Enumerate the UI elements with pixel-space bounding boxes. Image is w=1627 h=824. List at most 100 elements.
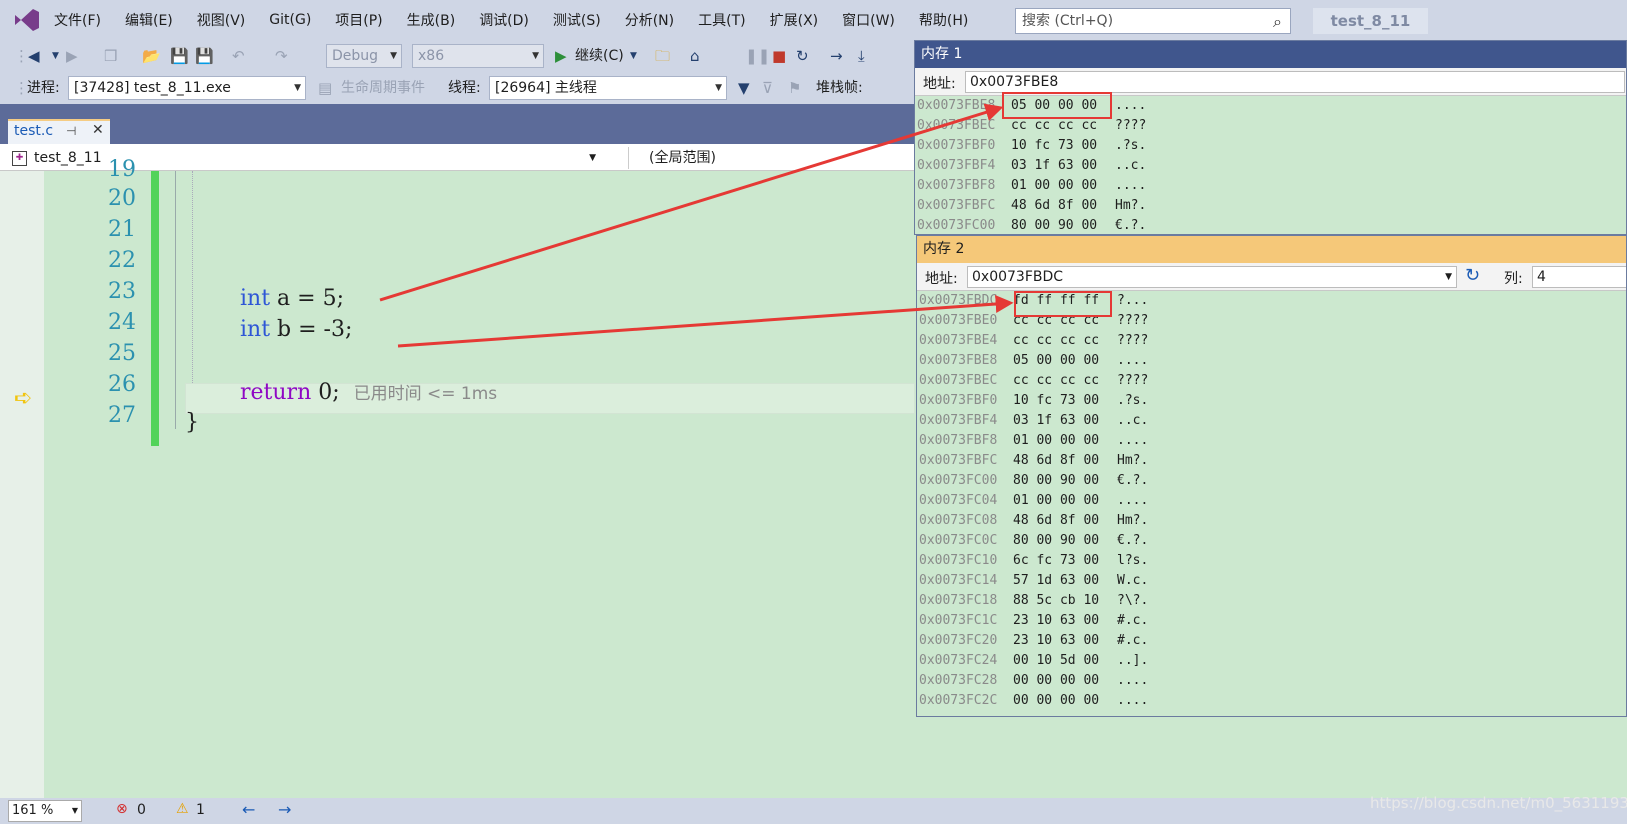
visual-studio-logo-icon[interactable] bbox=[13, 7, 41, 33]
menu-item[interactable]: 项目(P) bbox=[335, 10, 382, 30]
code-line-27[interactable]: } bbox=[185, 410, 199, 435]
navigate-forward-icon[interactable]: ▶ bbox=[66, 40, 78, 72]
previous-issue-icon[interactable]: ← bbox=[242, 800, 255, 819]
zoom-select[interactable]: 161 % ▼ bbox=[8, 800, 82, 822]
close-icon[interactable]: ✕ bbox=[92, 122, 104, 138]
undo-icon[interactable]: ↶ bbox=[232, 40, 245, 72]
memory-row[interactable]: 0x0073FBE8 05 00 00 00.... bbox=[917, 351, 1626, 371]
columns-input[interactable]: 4 bbox=[1532, 266, 1626, 288]
memory-row[interactable]: 0x0073FBEC cc cc cc cc???? bbox=[915, 116, 1626, 136]
memory-bytes: 48 6d 8f 00 bbox=[1013, 513, 1100, 528]
search-icon[interactable]: ⌕ bbox=[1273, 10, 1282, 34]
restart-icon[interactable]: ↻ bbox=[796, 40, 809, 72]
memory-row[interactable]: 0x0073FC14 57 1d 63 00 W.c. bbox=[917, 571, 1626, 591]
memory-row[interactable]: 0x0073FBF4 03 1f 63 00 ..c. bbox=[917, 411, 1626, 431]
show-next-statement-icon[interactable]: → bbox=[830, 40, 843, 72]
filter-clear-icon[interactable]: ⊽ bbox=[762, 72, 773, 104]
platform-select[interactable]: x86 ▼ bbox=[412, 44, 544, 68]
memory-row[interactable]: 0x0073FBF0 10 fc 73 00 .?s. bbox=[917, 391, 1626, 411]
memory-row[interactable]: 0x0073FC18 88 5c cb 10 ?\?. bbox=[917, 591, 1626, 611]
memory-row[interactable]: 0x0073FBF0 10 fc 73 00 .?s. bbox=[915, 136, 1626, 156]
change-tracking-bar bbox=[151, 171, 159, 446]
warning-icon[interactable]: ⚠ bbox=[176, 801, 189, 817]
memory-bytes: 05 00 00 00 bbox=[1013, 353, 1100, 368]
memory-2-title[interactable]: 内存 2 bbox=[917, 236, 1626, 263]
error-icon[interactable]: ⊗ bbox=[116, 801, 128, 817]
step-into-icon[interactable]: ⤓ bbox=[858, 40, 865, 72]
memory-row[interactable]: 0x0073FC00 80 00 90 00 €.?. bbox=[915, 216, 1626, 234]
memory-row[interactable]: 0x0073FC04 01 00 00 00.... bbox=[917, 491, 1626, 511]
memory-row[interactable]: 0x0073FC2C 00 00 00 00.... bbox=[917, 691, 1626, 711]
global-scope-select[interactable]: (全局范围) bbox=[628, 147, 916, 169]
stop-icon[interactable]: ■ bbox=[772, 40, 786, 72]
memory-row[interactable]: 0x0073FBFC 48 6d 8f 00 Hm?. bbox=[915, 196, 1626, 216]
memory-row[interactable]: 0x0073FBEC cc cc cc cc???? bbox=[917, 371, 1626, 391]
memory-address: 0x0073FBE8 bbox=[919, 353, 998, 368]
memory-row[interactable]: 0x0073FBE4 cc cc cc cc???? bbox=[917, 331, 1626, 351]
warning-count[interactable]: 1 bbox=[196, 802, 205, 818]
folder-search-icon[interactable]: 🗀 bbox=[655, 40, 670, 72]
memory-row[interactable]: 0x0073FBF8 01 00 00 00.... bbox=[915, 176, 1626, 196]
menu-item[interactable]: 测试(S) bbox=[553, 10, 601, 30]
line-number: 24 bbox=[108, 310, 136, 335]
filter-icon[interactable]: ▼ bbox=[738, 72, 750, 104]
lifecycle-events-button[interactable]: 生命周期事件 bbox=[341, 72, 425, 104]
memory-row[interactable]: 0x0073FBF4 03 1f 63 00 ..c. bbox=[915, 156, 1626, 176]
thread-select[interactable]: [26964] 主线程 ▼ bbox=[489, 76, 727, 100]
memory-row[interactable]: 0x0073FC1C 23 10 63 00 #.c. bbox=[917, 611, 1626, 631]
pin-icon[interactable]: ⊣ bbox=[66, 124, 76, 138]
line-number: 27 bbox=[108, 403, 136, 428]
save-all-icon[interactable]: 💾 bbox=[195, 40, 214, 72]
menu-item[interactable]: 文件(F) bbox=[54, 10, 101, 30]
menu-item[interactable]: Git(G) bbox=[269, 12, 311, 28]
continue-button[interactable]: 继续(C) bbox=[575, 40, 624, 72]
memory-row[interactable]: 0x0073FC0C 80 00 90 00 €.?. bbox=[917, 531, 1626, 551]
memory-2-address-input[interactable]: 0x0073FBDC ▼ bbox=[967, 266, 1457, 288]
menu-item[interactable]: 生成(B) bbox=[407, 10, 456, 30]
menu-item[interactable]: 分析(N) bbox=[625, 10, 674, 30]
menu-item[interactable]: 视图(V) bbox=[197, 10, 246, 30]
continue-play-icon[interactable]: ▶ bbox=[555, 40, 567, 72]
new-project-icon[interactable]: ❒ bbox=[104, 40, 117, 72]
breakpoint-gutter[interactable] bbox=[0, 171, 44, 798]
indent-guide bbox=[192, 171, 193, 401]
redo-icon[interactable]: ↷ bbox=[275, 40, 288, 72]
menu-item[interactable]: 帮助(H) bbox=[919, 10, 968, 30]
next-issue-icon[interactable]: → bbox=[278, 800, 291, 819]
memory-address: 0x0073FBF4 bbox=[917, 158, 996, 173]
menu-item[interactable]: 扩展(X) bbox=[770, 10, 819, 30]
flag-threads-icon[interactable]: ⚑ bbox=[788, 72, 801, 104]
process-select[interactable]: [37428] test_8_11.exe ▼ bbox=[68, 76, 306, 100]
memory-row[interactable]: 0x0073FBF8 01 00 00 00.... bbox=[917, 431, 1626, 451]
scope-select[interactable]: ✚ test_8_11 ▼ bbox=[10, 147, 622, 169]
chevron-down-icon[interactable]: ▼ bbox=[52, 40, 59, 72]
menu-item[interactable]: 工具(T) bbox=[698, 10, 745, 30]
reevaluate-icon[interactable]: ↻ bbox=[1465, 265, 1480, 286]
configuration-select[interactable]: Debug ▼ bbox=[326, 44, 402, 68]
error-count[interactable]: 0 bbox=[137, 802, 146, 818]
memory-row[interactable]: 0x0073FC10 6c fc 73 00 l?s. bbox=[917, 551, 1626, 571]
memory-row[interactable]: 0x0073FC08 48 6d 8f 00 Hm?. bbox=[917, 511, 1626, 531]
save-icon[interactable]: 💾 bbox=[170, 40, 189, 72]
menu-item[interactable]: 调试(D) bbox=[479, 10, 529, 30]
code-line-26[interactable]: return 0; 已用时间 <= 1ms bbox=[240, 379, 497, 405]
memory-row[interactable]: 0x0073FC00 80 00 90 00 €.?. bbox=[917, 471, 1626, 491]
code-line-24[interactable]: int b = -3; bbox=[240, 317, 352, 342]
tab-test-c[interactable]: test.c ⊣ ✕ bbox=[8, 119, 110, 144]
menu-item[interactable]: 编辑(E) bbox=[125, 10, 173, 30]
memory-row[interactable]: 0x0073FC28 00 00 00 00.... bbox=[917, 671, 1626, 691]
memory-chars: ?\?. bbox=[1117, 593, 1149, 608]
search-box[interactable]: 搜索 (Ctrl+Q) ⌕ bbox=[1015, 8, 1291, 34]
memory-row[interactable]: 0x0073FBFC 48 6d 8f 00 Hm?. bbox=[917, 451, 1626, 471]
chevron-down-icon[interactable]: ▼ bbox=[630, 40, 637, 72]
code-line-23[interactable]: int a = 5; bbox=[240, 286, 344, 311]
memory-row[interactable]: 0x0073FC24 00 10 5d 00..]. bbox=[917, 651, 1626, 671]
memory-row[interactable]: 0x0073FC20 23 10 63 00 #.c. bbox=[917, 631, 1626, 651]
open-file-icon[interactable]: 📂 bbox=[142, 40, 161, 72]
navigate-back-icon[interactable]: ◀ bbox=[28, 40, 40, 72]
memory-1-title[interactable]: 内存 1 bbox=[915, 41, 1626, 68]
browser-link-icon[interactable]: ⌂ bbox=[690, 40, 700, 72]
menu-item[interactable]: 窗口(W) bbox=[842, 10, 895, 30]
pause-icon[interactable]: ❚❚ bbox=[745, 40, 770, 72]
memory-1-address-input[interactable]: 0x0073FBE8 bbox=[965, 71, 1625, 93]
